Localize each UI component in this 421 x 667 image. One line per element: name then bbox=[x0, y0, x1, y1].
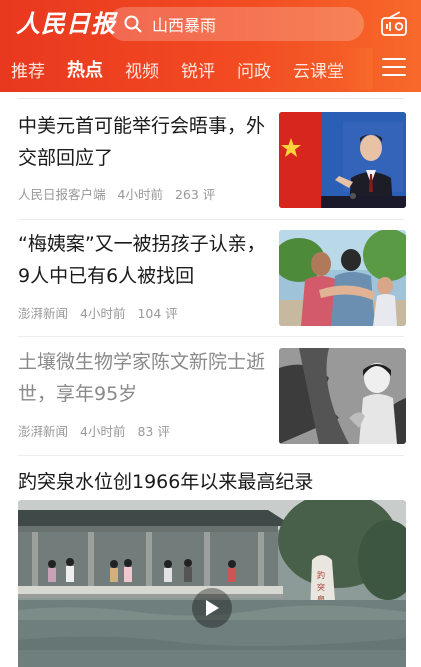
radio-icon[interactable] bbox=[380, 11, 408, 37]
tab-recommend[interactable]: 推荐 bbox=[0, 57, 56, 82]
search-bar[interactable]: 山西暴雨 bbox=[108, 7, 364, 41]
news-meta: 澎湃新闻 4小时前 104 评 bbox=[18, 303, 186, 322]
news-comments: 263 评 bbox=[174, 187, 216, 202]
divider bbox=[18, 98, 404, 99]
news-time: 4小时前 bbox=[117, 187, 163, 202]
svg-text:趵: 趵 bbox=[317, 570, 325, 580]
news-meta: 人民日报客户端 4小时前 263 评 bbox=[18, 184, 223, 203]
news-source: 澎湃新闻 bbox=[18, 306, 69, 321]
search-query: 山西暴雨 bbox=[152, 16, 217, 35]
news-time: 4小时前 bbox=[80, 306, 126, 321]
news-source: 人民日报客户端 bbox=[18, 187, 106, 202]
news-time: 4小时前 bbox=[80, 424, 126, 439]
news-title[interactable]: 中美元首可能举行会晤事，外交部回应了 bbox=[18, 110, 268, 174]
tab-hot[interactable]: 热点 bbox=[56, 56, 114, 82]
menu-icon[interactable] bbox=[382, 58, 406, 80]
search-icon bbox=[122, 13, 144, 35]
video-thumbnail[interactable]: 趵 突 泉 bbox=[18, 500, 406, 667]
news-thumbnail[interactable] bbox=[279, 348, 406, 444]
divider bbox=[18, 219, 404, 220]
news-thumbnail[interactable] bbox=[279, 230, 406, 326]
app-header: 人民日报 山西暴雨 推荐 热点 视频 锐评 问政 云课堂 bbox=[0, 0, 421, 92]
app-logo: 人民日报 bbox=[16, 9, 116, 38]
tab-inquiry[interactable]: 问政 bbox=[226, 57, 282, 82]
divider bbox=[18, 455, 404, 456]
news-title[interactable]: “梅姨案”又一被拐孩子认亲，9人中已有6人被找回 bbox=[18, 228, 268, 292]
tab-commentary[interactable]: 锐评 bbox=[170, 57, 226, 82]
news-meta: 澎湃新闻 4小时前 83 评 bbox=[18, 421, 178, 440]
news-source: 澎湃新闻 bbox=[18, 424, 69, 439]
news-thumbnail[interactable] bbox=[279, 112, 406, 208]
play-icon[interactable] bbox=[192, 588, 232, 628]
divider bbox=[18, 336, 404, 337]
tabs-fade bbox=[343, 48, 373, 90]
svg-text:突: 突 bbox=[317, 582, 325, 592]
news-title[interactable]: 土壤微生物学家陈文新院士逝世，享年95岁 bbox=[18, 346, 268, 410]
news-comments: 104 评 bbox=[137, 306, 178, 321]
tab-video[interactable]: 视频 bbox=[114, 57, 170, 82]
news-title[interactable]: 趵突泉水位创1966年以来最高纪录 bbox=[18, 466, 313, 498]
news-comments: 83 评 bbox=[137, 424, 170, 439]
